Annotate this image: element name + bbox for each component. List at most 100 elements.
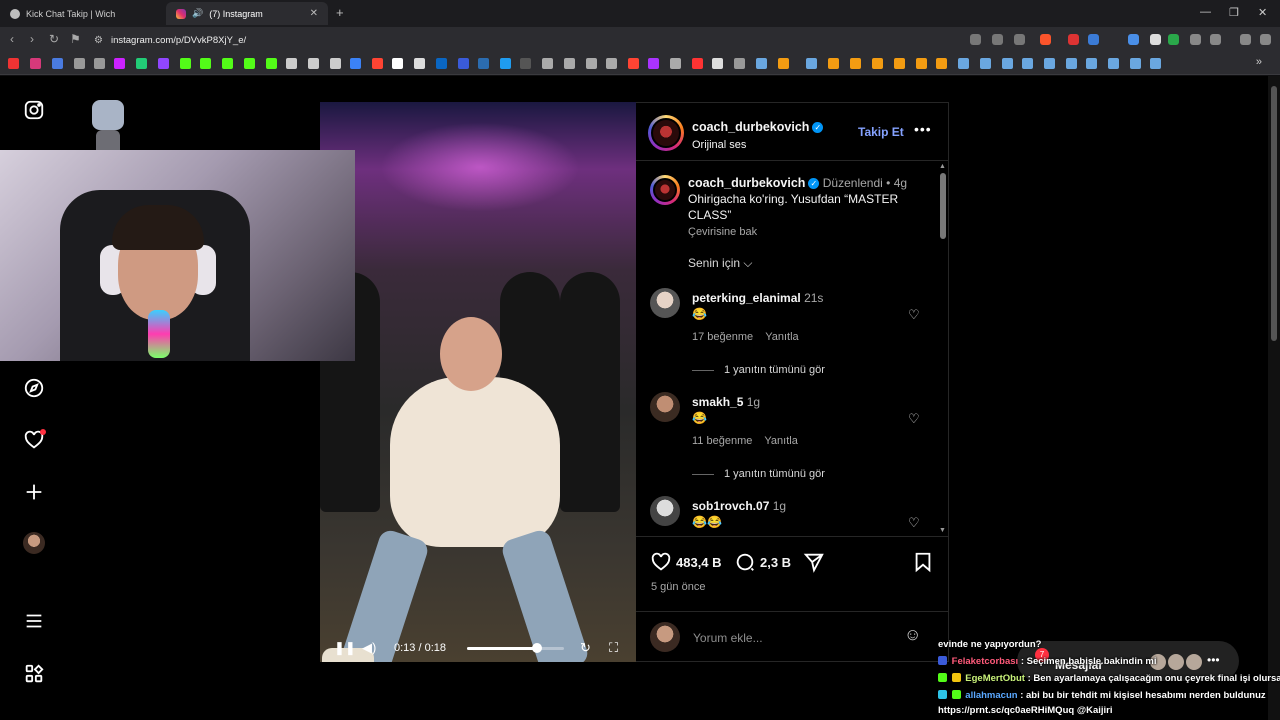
explore-icon[interactable] <box>22 376 46 400</box>
bookmark-icon[interactable] <box>114 58 125 69</box>
bookmark-icon[interactable] <box>606 58 617 69</box>
bookmark-steam-icon[interactable] <box>1150 58 1161 69</box>
add-comment-input[interactable]: Yorum ekle... <box>693 631 763 645</box>
bookmark-youtube-icon[interactable] <box>8 58 19 69</box>
bookmark-icon[interactable] <box>458 58 469 69</box>
view-replies-link[interactable]: 1 yanıtın tümünü gör <box>692 468 825 480</box>
also-from-meta-icon[interactable] <box>22 662 46 686</box>
create-plus-icon[interactable] <box>22 480 46 504</box>
media-icon[interactable] <box>1240 34 1251 45</box>
replay-icon[interactable]: ↻ <box>580 640 591 656</box>
bookmark-steam-icon[interactable] <box>806 58 817 69</box>
author-username[interactable]: coach_durbekovich <box>692 120 809 134</box>
bookmark-icon[interactable]: ⚑ <box>70 32 81 46</box>
like-button[interactable]: 483,4 B <box>650 551 722 573</box>
like-comment-heart-icon[interactable]: ♡ <box>908 307 920 323</box>
more-options-icon[interactable]: ••• <box>914 121 932 137</box>
bookmark-icon[interactable] <box>74 58 85 69</box>
extensions-puzzle-icon[interactable] <box>1190 34 1201 45</box>
commenter-avatar[interactable] <box>650 496 680 526</box>
folder-icon[interactable] <box>734 58 745 69</box>
minimize-button[interactable]: — <box>1200 6 1211 18</box>
extension-icon[interactable] <box>1128 34 1139 45</box>
bookmark-kick-icon[interactable] <box>222 58 233 69</box>
bookmark-icon[interactable] <box>712 58 723 69</box>
comments-scrollbar[interactable]: ▲ ▼ <box>939 163 947 535</box>
bookmark-steam-icon[interactable] <box>1044 58 1055 69</box>
bookmark-steam-icon[interactable] <box>980 58 991 69</box>
bookmark-icon[interactable] <box>478 58 489 69</box>
bookmark-icon[interactable] <box>542 58 553 69</box>
close-window-button[interactable]: ✕ <box>1258 6 1267 19</box>
author-avatar[interactable] <box>648 115 684 151</box>
reply-button[interactable]: Yanıtla <box>765 331 798 343</box>
like-comment-heart-icon[interactable]: ♡ <box>908 411 920 427</box>
comment-sort-dropdown[interactable]: Senin için ⌵ <box>688 256 752 271</box>
bookmark-icon[interactable] <box>586 58 597 69</box>
bookmark-steam-icon[interactable] <box>1086 58 1097 69</box>
menu-icon[interactable] <box>1260 34 1271 45</box>
comment-username[interactable]: smakh_5 <box>692 395 743 409</box>
bookmark-steam-icon[interactable] <box>1066 58 1077 69</box>
commenter-avatar[interactable] <box>650 288 680 318</box>
bookmark-steam-icon[interactable] <box>756 58 767 69</box>
share-icon[interactable] <box>1014 34 1025 45</box>
scrollbar-thumb[interactable] <box>940 173 946 239</box>
view-replies-link[interactable]: 1 yanıtın tümünü gör <box>692 364 825 376</box>
bookmark-icon[interactable] <box>850 58 861 69</box>
close-tab-icon[interactable]: ✕ <box>310 8 318 19</box>
bookmark-icon[interactable] <box>778 58 789 69</box>
add-comment-bar[interactable]: Yorum ekle... ☺ <box>636 611 949 663</box>
extension-icon[interactable] <box>1068 34 1079 45</box>
bookmark-instagram-icon[interactable] <box>30 58 41 69</box>
bookmark-icon[interactable] <box>286 58 297 69</box>
comment-likes[interactable]: 11 beğenme <box>692 435 752 447</box>
zoom-icon[interactable] <box>992 34 1003 45</box>
follow-button[interactable]: Takip Et <box>858 125 904 139</box>
bookmark-steam-icon[interactable] <box>1022 58 1033 69</box>
reload-icon[interactable]: ↻ <box>49 32 59 46</box>
bookmark-icon[interactable] <box>936 58 947 69</box>
comment-username[interactable]: sob1rovch.07 <box>692 499 769 513</box>
like-comment-heart-icon[interactable]: ♡ <box>908 515 920 531</box>
extension-icon[interactable] <box>1088 34 1099 45</box>
bookmark-icon[interactable] <box>894 58 905 69</box>
bookmark-icon[interactable] <box>266 58 277 69</box>
more-bookmarks-icon[interactable]: » <box>1256 56 1262 68</box>
bookmark-icon[interactable] <box>828 58 839 69</box>
profile-avatar[interactable] <box>23 532 45 554</box>
bookmark-icon[interactable] <box>872 58 883 69</box>
scroll-up-icon[interactable]: ▲ <box>939 163 946 170</box>
caption-avatar[interactable] <box>650 175 680 205</box>
bookmark-icon[interactable] <box>94 58 105 69</box>
site-info-icon[interactable]: ⚙ <box>94 35 103 46</box>
comment-username[interactable]: peterking_elanimal <box>692 291 801 305</box>
extension-icon[interactable] <box>1150 34 1161 45</box>
url-field[interactable]: ⚙ instagram.com/p/DVvkP8XjY_e/ <box>88 30 1114 50</box>
bookmark-icon[interactable] <box>414 58 425 69</box>
bookmark-icon[interactable] <box>564 58 575 69</box>
speaker-icon[interactable]: 🔊 <box>192 8 203 19</box>
bookmark-kick-icon[interactable] <box>244 58 255 69</box>
bookmark-icon[interactable] <box>520 58 531 69</box>
bookmark-kick-icon[interactable] <box>180 58 191 69</box>
comment-button[interactable]: 2,3 B <box>734 551 791 573</box>
bookmark-icon[interactable] <box>136 58 147 69</box>
bookmark-icon[interactable] <box>648 58 659 69</box>
fullscreen-icon[interactable]: ⛶ <box>609 640 618 656</box>
caption-username[interactable]: coach_durbekovich <box>688 176 805 190</box>
cast-icon[interactable] <box>970 34 981 45</box>
bookmark-icon[interactable] <box>392 58 403 69</box>
bookmark-steam-icon[interactable] <box>1108 58 1119 69</box>
bookmark-icon[interactable] <box>436 58 447 69</box>
video-progress-knob[interactable] <box>531 643 542 653</box>
save-button[interactable] <box>912 551 934 573</box>
post-date[interactable]: 5 gün önce <box>651 581 705 593</box>
bookmark-icon[interactable] <box>308 58 319 69</box>
audio-label[interactable]: Orijinal ses <box>692 139 823 151</box>
brave-shield-icon[interactable] <box>1040 34 1051 45</box>
new-tab-button[interactable]: + <box>336 5 344 20</box>
back-icon[interactable]: ‹ <box>10 32 14 46</box>
bookmark-steam-icon[interactable] <box>1130 58 1141 69</box>
bookmark-icon[interactable] <box>350 58 361 69</box>
